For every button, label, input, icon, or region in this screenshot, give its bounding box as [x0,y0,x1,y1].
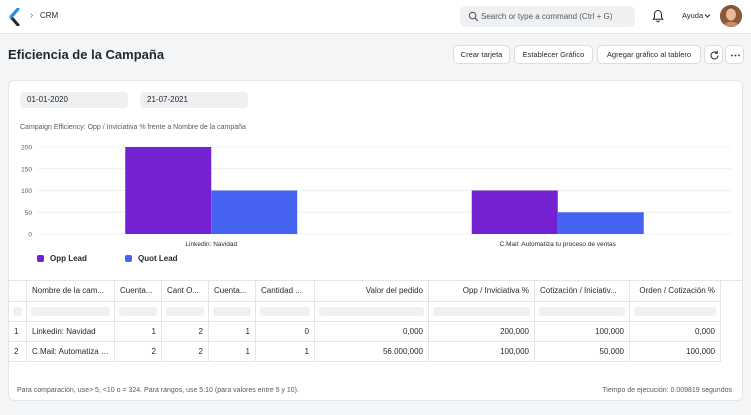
x-tick-label: Linkedin: Navidad [185,241,237,248]
table-cell[interactable]: 2 [162,322,209,342]
column-header[interactable]: Opp / Inviciativa % [429,281,535,302]
y-tick-label: 0 [28,232,32,239]
table-cell[interactable]: 100,000 [535,322,630,342]
column-header[interactable]: Cant O... [162,281,209,302]
chart-title: Campaign Efficiency: Opp / Inviciativa %… [20,124,246,131]
notification-bell-icon[interactable] [651,9,665,23]
chevron-down-icon[interactable] [704,13,711,19]
more-horizontal-icon [731,54,740,57]
more-options-button[interactable] [725,45,744,64]
set-chart-button[interactable]: Establecer Gráfico [514,45,593,64]
column-header[interactable]: Valor del pedido [315,281,429,302]
table-cell[interactable]: C.Mail: Automatiza t... [27,342,115,362]
filter-input[interactable] [166,307,204,316]
legend-swatch [37,255,44,262]
table-cell[interactable]: 1 [209,322,256,342]
report-card: 01-01-2020 21-07-2021 Campaign Efficienc… [8,80,743,401]
table-cell[interactable]: 200,000 [429,322,535,342]
table-cell[interactable]: 2 [115,342,162,362]
search-input[interactable]: Search or type a command (Ctrl + G) [481,12,612,21]
filter-cell [209,302,256,322]
table-filter-row [9,302,742,322]
filter-input[interactable] [539,307,625,316]
navbar: › CRM Search or type a command (Ctrl + G… [0,0,751,34]
y-tick-label: 150 [21,166,32,173]
y-tick-label: 200 [21,145,32,152]
filter-cell [9,302,27,322]
breadcrumb-chevron-icon: › [30,10,34,21]
filter-input[interactable] [119,307,157,316]
legend-item-opp-lead[interactable]: Opp Lead [37,254,87,263]
avatar-image-icon [720,5,742,27]
bar-chart: 0 50 100 150 200 Linkedin: Navidad C.Mail: Aut… [21,145,731,248]
column-header[interactable]: Cuenta... [209,281,256,302]
y-tick-label: 50 [25,210,33,217]
column-header[interactable]: Orden / Cotización % [630,281,721,302]
search-icon [468,11,479,22]
bar-quot-lead[interactable] [557,212,644,234]
column-header[interactable]: Cuenta... [115,281,162,302]
search-bar[interactable]: Search or type a command (Ctrl + G) [460,6,635,27]
filter-input[interactable] [319,307,424,316]
filter-input[interactable] [213,307,251,316]
filter-hint-text: Para comparación, use> 5, <10 o = 324. P… [17,387,299,394]
bar-opp-lead[interactable] [125,147,212,234]
to-date-filter[interactable]: 21-07-2021 [140,92,248,108]
refresh-icon [710,50,719,60]
legend-item-quot-lead[interactable]: Quot Lead [125,254,178,263]
table-cell[interactable]: 0,000 [315,322,429,342]
table-header-row: Nombre de la cam... Cuenta... Cant O... … [9,280,742,302]
legend-label: Opp Lead [50,254,87,263]
user-avatar[interactable] [720,5,742,27]
filter-cell [115,302,162,322]
filter-cell [535,302,630,322]
refresh-button[interactable] [704,45,723,64]
filter-cell [315,302,429,322]
table-cell[interactable]: 100,000 [429,342,535,362]
table-cell[interactable]: 2 [162,342,209,362]
filter-input[interactable] [634,307,716,316]
table-cell[interactable]: 1 [209,342,256,362]
row-index: 2 [9,342,27,362]
filter-cell [630,302,721,322]
app-logo-icon[interactable] [8,8,22,26]
breadcrumb-crm[interactable]: CRM [40,11,58,20]
table-cell[interactable]: 0,000 [630,322,721,342]
table-cell[interactable]: 50,000 [535,342,630,362]
filter-cell [162,302,209,322]
legend-label: Quot Lead [138,254,178,263]
table-cell[interactable]: 1 [115,322,162,342]
legend-swatch [125,255,132,262]
execution-time-text: Tiempo de ejecución: 0.009819 segundos [602,387,732,394]
table-row[interactable]: 2 C.Mail: Automatiza t... 2 2 1 1 56.000… [9,342,742,362]
table-cell[interactable]: 1 [256,342,315,362]
filter-cell [429,302,535,322]
filter-input[interactable] [31,307,110,316]
help-dropdown[interactable]: Ayuda [682,11,703,20]
from-date-filter[interactable]: 01-01-2020 [20,92,128,108]
x-tick-label: C.Mail: Automatiza tu proceso de ventas [500,241,617,248]
bar-quot-lead[interactable] [211,190,298,235]
filter-input[interactable] [433,307,530,316]
table-cell[interactable]: Linkedin: Navidad [27,322,115,342]
row-index-header [9,281,27,302]
filter-input[interactable] [13,307,22,316]
add-to-dashboard-button[interactable]: Agregar gráfico al tablero [597,45,701,64]
column-header[interactable]: Cantidad ... [256,281,315,302]
row-index: 1 [9,322,27,342]
filter-cell [256,302,315,322]
table-cell[interactable]: 56.000,000 [315,342,429,362]
column-header[interactable]: Nombre de la cam... [27,281,115,302]
filter-input[interactable] [260,307,310,316]
y-tick-label: 100 [21,188,32,195]
table-cell[interactable]: 100,000 [630,342,721,362]
filter-cell [27,302,115,322]
column-header[interactable]: Cotización / Iniciativ... [535,281,630,302]
bar-opp-lead[interactable] [471,190,558,235]
new-card-button[interactable]: Crear tarjeta [453,45,510,64]
table-cell[interactable]: 0 [256,322,315,342]
table-row[interactable]: 1 Linkedin: Navidad 1 2 1 0 0,000 200,00… [9,322,742,342]
page-title: Eficiencia de la Campaña [8,47,165,62]
